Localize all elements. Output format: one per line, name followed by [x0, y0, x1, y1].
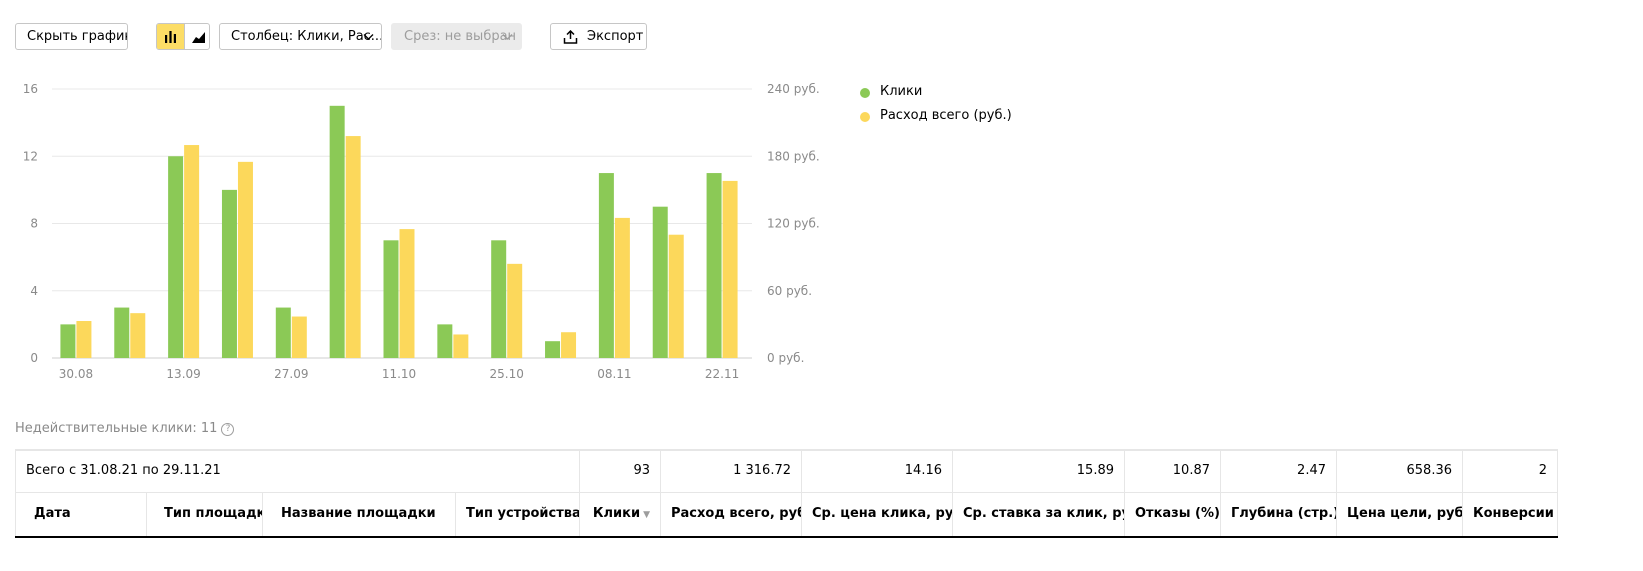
- bar-spend-04.10: [345, 136, 361, 358]
- col-header-bounce[interactable]: Отказы (%): [1124, 492, 1220, 536]
- bar-spend-27.09: [291, 316, 307, 358]
- x-tick-label: 11.10: [382, 367, 416, 381]
- bar-spend-30.08: [76, 321, 92, 358]
- bar-clicks-01.11: [545, 341, 561, 358]
- bar-chart: 0 4 8 12 16 0 руб. 60 руб. 120 руб. 180 руб. 240…: [23, 82, 820, 381]
- bar-chart-icon: [165, 31, 176, 43]
- slice-select-prefix: Срез:: [404, 29, 441, 44]
- bar-spend-25.10: [507, 263, 523, 358]
- bar-spend-06.09: [130, 313, 146, 358]
- bar-spend-15.11: [668, 234, 684, 358]
- totals-row: Всего с 31.08.21 по 29.11.21 93 1 316.72…: [15, 449, 1558, 493]
- chart-bars: [60, 105, 738, 358]
- area-chart-icon: [192, 32, 205, 43]
- bar-clicks-15.11: [652, 206, 668, 358]
- y-axis-left: 0 4 8 12 16: [23, 82, 38, 365]
- bar-spend-08.11: [614, 217, 630, 358]
- bar-clicks-22.11: [706, 173, 722, 358]
- slice-select[interactable]: Срез: не выбран: [391, 23, 522, 50]
- column-select[interactable]: Столбец: Клики, Рас...: [219, 23, 382, 50]
- x-tick-label: 30.08: [59, 367, 93, 381]
- col-header-date[interactable]: Дата: [15, 492, 146, 536]
- total-depth: 2.47: [1220, 451, 1336, 492]
- sort-desc-icon: ▼: [643, 510, 650, 520]
- total-bounce: 10.87: [1124, 451, 1220, 492]
- y-axis-right: 0 руб. 60 руб. 120 руб. 180 руб. 240 руб.: [767, 82, 820, 365]
- bar-clicks-18.10: [437, 324, 453, 358]
- invalid-clicks-note: Недействительные клики: 11?: [15, 421, 235, 436]
- col-header-conversions[interactable]: Конверсии: [1462, 492, 1558, 536]
- total-clicks: 93: [579, 451, 660, 492]
- bar-chart-toggle[interactable]: [157, 24, 184, 49]
- x-tick-label: 08.11: [597, 367, 631, 381]
- area-chart-toggle[interactable]: [184, 24, 209, 49]
- x-tick-label: 25.10: [490, 367, 524, 381]
- help-icon[interactable]: ?: [221, 423, 235, 436]
- col-header-clicks-label: Клики: [592, 506, 641, 521]
- y-right-tick-label: 60 руб.: [767, 284, 812, 298]
- y-right-tick-label: 180 руб.: [767, 149, 820, 163]
- legend-swatch: [860, 88, 870, 98]
- export-icon: [563, 30, 578, 44]
- bar-clicks-08.11: [598, 173, 614, 358]
- bar-spend-18.10: [453, 334, 469, 358]
- total-goal-cost: 658.36: [1336, 451, 1462, 492]
- bar-clicks-27.09: [275, 307, 291, 358]
- chevron-down-icon: [363, 34, 374, 40]
- col-header-platform-type[interactable]: Тип площадки: [146, 492, 262, 536]
- total-avg-bid: 15.89: [952, 451, 1124, 492]
- chart-type-switch[interactable]: [156, 23, 210, 50]
- col-header-spend[interactable]: Расход всего, руб.: [660, 492, 801, 536]
- col-header-avg-cpc[interactable]: Ср. цена клика, руб.: [801, 492, 952, 536]
- total-conversions: 2: [1462, 451, 1558, 492]
- col-header-goal-cost[interactable]: Цена цели, руб.: [1336, 492, 1462, 536]
- col-header-depth[interactable]: Глубина (стр.): [1220, 492, 1336, 536]
- invalid-clicks-text: Недействительные клики: 11: [15, 421, 218, 436]
- legend-label: Расход всего (руб.): [880, 108, 1012, 123]
- y-right-tick-label: 120 руб.: [767, 217, 820, 231]
- export-button[interactable]: Экспорт: [550, 23, 647, 50]
- bar-clicks-11.10: [383, 240, 399, 358]
- bar-spend-22.11: [722, 180, 738, 358]
- chevron-down-icon: [502, 34, 513, 40]
- col-header-clicks[interactable]: Клики ▼: [579, 492, 660, 536]
- y-left-tick-label: 12: [23, 149, 38, 163]
- y-right-tick-label: 240 руб.: [767, 82, 820, 96]
- y-left-tick-label: 16: [23, 82, 38, 96]
- col-header-platform-name[interactable]: Название площадки: [262, 492, 455, 536]
- col-header-avg-bid[interactable]: Ср. ставка за клик, руб.: [952, 492, 1124, 536]
- col-header-device-type[interactable]: Тип устройства: [455, 492, 579, 536]
- y-right-tick-label: 0 руб.: [767, 351, 804, 365]
- x-tick-label: 22.11: [705, 367, 739, 381]
- bar-clicks-30.08: [60, 324, 76, 358]
- bar-spend-13.09: [184, 145, 200, 358]
- bar-clicks-25.10: [491, 240, 507, 358]
- total-avg-cpc: 14.16: [801, 451, 952, 492]
- bar-clicks-06.09: [114, 307, 130, 358]
- y-left-tick-label: 4: [30, 284, 38, 298]
- bar-clicks-13.09: [168, 156, 184, 358]
- bar-clicks-20.09: [221, 189, 237, 358]
- legend-label: Клики: [880, 84, 923, 99]
- bar-spend-01.11: [561, 332, 577, 358]
- x-tick-label: 27.09: [274, 367, 308, 381]
- export-label: Экспорт: [587, 29, 644, 44]
- hide-chart-button[interactable]: Скрыть график: [15, 23, 128, 50]
- x-axis: 30.08 13.09 27.09 11.10 25.10 08.11 22.11: [59, 367, 740, 381]
- x-tick-label: 13.09: [166, 367, 200, 381]
- y-left-tick-label: 8: [30, 217, 38, 231]
- totals-label: Всего с 31.08.21 по 29.11.21: [15, 451, 579, 492]
- bar-clicks-04.10: [329, 105, 345, 358]
- bar-spend-20.09: [237, 161, 253, 358]
- legend-swatch: [860, 112, 870, 122]
- y-left-tick-label: 0: [30, 351, 38, 365]
- header-row: Дата Тип площадки Название площадки Тип …: [15, 492, 1558, 538]
- column-select-prefix: Столбец:: [231, 29, 294, 44]
- total-spend: 1 316.72: [660, 451, 801, 492]
- bar-spend-11.10: [399, 229, 415, 358]
